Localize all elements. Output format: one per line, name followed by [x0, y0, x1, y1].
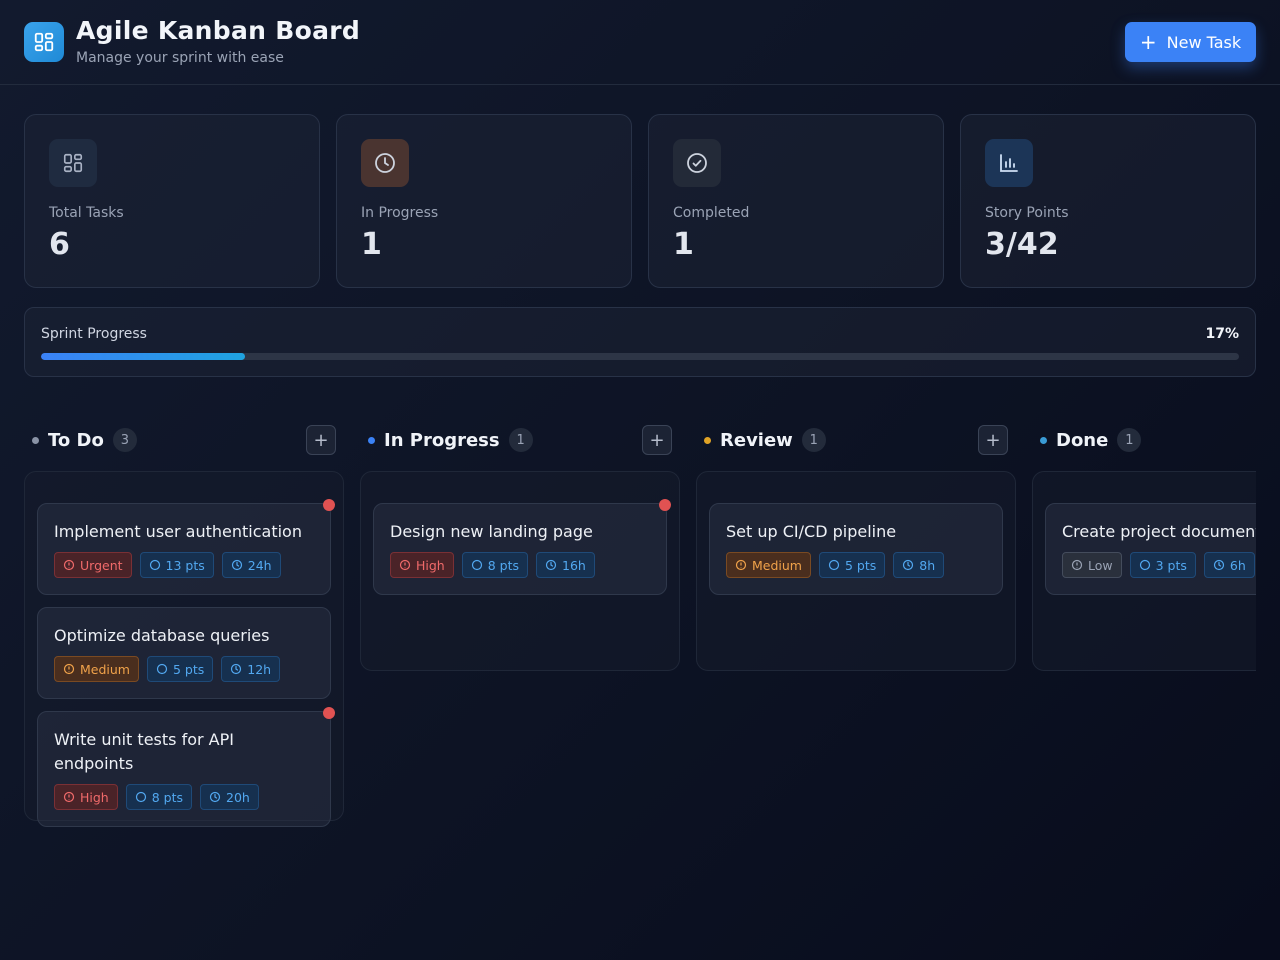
column-title: In Progress [384, 429, 500, 451]
task-card[interactable]: Design new landing page High 8 pts 16h [373, 499, 671, 595]
column-status-dot [32, 436, 39, 444]
column-in-progress: Design new landing page High 8 pts 16h [360, 471, 680, 671]
story-points-label: 13 pts [165, 557, 205, 573]
task-title: Write unit tests for API endpoints [54, 730, 234, 773]
task-title: Implement user authentication [54, 522, 302, 541]
story-points-tag: 5 pts [146, 656, 214, 682]
priority-label: Urgent [80, 557, 123, 573]
story-points-tag: 8 pts [125, 784, 193, 810]
column-review: Set up CI/CD pipeline Medium 5 pts 8h [696, 471, 1016, 671]
story-points-tag: 3 pts [1129, 552, 1196, 578]
task-title: Optimize database queries [54, 626, 270, 645]
priority-tag: Medium [54, 656, 139, 682]
column-header-done: Done 1 [1040, 424, 1142, 456]
priority-indicator [323, 499, 335, 511]
priority-label: High [416, 557, 445, 573]
column-count-badge: 1 [801, 428, 826, 452]
add-task-todo-button[interactable]: + [306, 425, 336, 455]
column-count-badge: 1 [508, 428, 533, 452]
task-card[interactable]: Set up CI/CD pipeline Medium 5 pts 8h [709, 503, 1003, 595]
column-header-in-progress: In Progress 1 [368, 424, 533, 456]
story-points-tag: 8 pts [461, 552, 529, 578]
task-title: Set up CI/CD pipeline [726, 522, 897, 541]
story-points-tag: 5 pts [818, 552, 886, 578]
priority-tag: High [54, 784, 118, 810]
task-card[interactable]: Create project documentation Low 3 pts 6… [1045, 503, 1256, 595]
column-title: Done [1056, 429, 1109, 451]
estimate-label: 8h [919, 557, 936, 573]
priority-tag: Urgent [54, 552, 132, 578]
column-count-badge: 3 [112, 428, 137, 452]
column-status-dot [368, 436, 375, 444]
priority-tag: Medium [726, 552, 811, 578]
task-card[interactable]: Implement user authentication Urgent 13 … [37, 499, 335, 595]
task-card[interactable]: Optimize database queries Medium 5 pts 1… [37, 607, 331, 699]
estimate-tag: 20h [200, 784, 259, 810]
add-task-review-button[interactable]: + [978, 425, 1008, 455]
column-todo: Implement user authentication Urgent 13 … [24, 471, 344, 827]
priority-label: Medium [80, 661, 130, 677]
estimate-tag: 8h [893, 552, 945, 578]
story-points-label: 5 pts [844, 557, 877, 573]
estimate-label: 20h [226, 789, 250, 805]
column-status-dot [704, 436, 711, 444]
estimate-tag: 16h [536, 552, 595, 578]
estimate-label: 16h [562, 557, 586, 573]
column-count-badge: 1 [1117, 428, 1142, 452]
column-title: To Do [48, 429, 104, 451]
column-title: Review [720, 429, 793, 451]
priority-label: Medium [752, 557, 802, 573]
story-points-label: 3 pts [1155, 557, 1187, 573]
priority-tag: Low [1062, 552, 1122, 578]
story-points-label: 8 pts [487, 557, 520, 573]
estimate-label: 24h [247, 557, 272, 573]
kanban-board: To Do 3 + Implement user authentication … [0, 0, 1256, 960]
task-card[interactable]: Write unit tests for API endpoints High … [37, 707, 335, 827]
column-header-todo: To Do 3 [32, 424, 137, 456]
add-task-in-progress-button[interactable]: + [642, 425, 672, 455]
story-points-label: 5 pts [172, 661, 205, 677]
story-points-label: 8 pts [151, 789, 184, 805]
priority-indicator [659, 499, 671, 511]
column-status-dot [1040, 436, 1047, 444]
priority-tag: High [390, 552, 454, 578]
task-title: Create project documentation [1062, 522, 1256, 541]
story-points-tag: 13 pts [139, 552, 214, 578]
estimate-label: 6h [1229, 557, 1246, 573]
column-done: Create project documentation Low 3 pts 6… [1032, 471, 1256, 671]
task-title: Design new landing page [390, 522, 593, 541]
estimate-label: 12h [247, 661, 272, 677]
estimate-tag: 24h [221, 552, 281, 578]
priority-label: Low [1088, 557, 1113, 573]
column-header-review: Review 1 [704, 424, 826, 456]
estimate-tag: 6h [1203, 552, 1255, 578]
priority-label: High [80, 789, 109, 805]
priority-indicator [323, 707, 335, 719]
estimate-tag: 12h [221, 656, 281, 682]
